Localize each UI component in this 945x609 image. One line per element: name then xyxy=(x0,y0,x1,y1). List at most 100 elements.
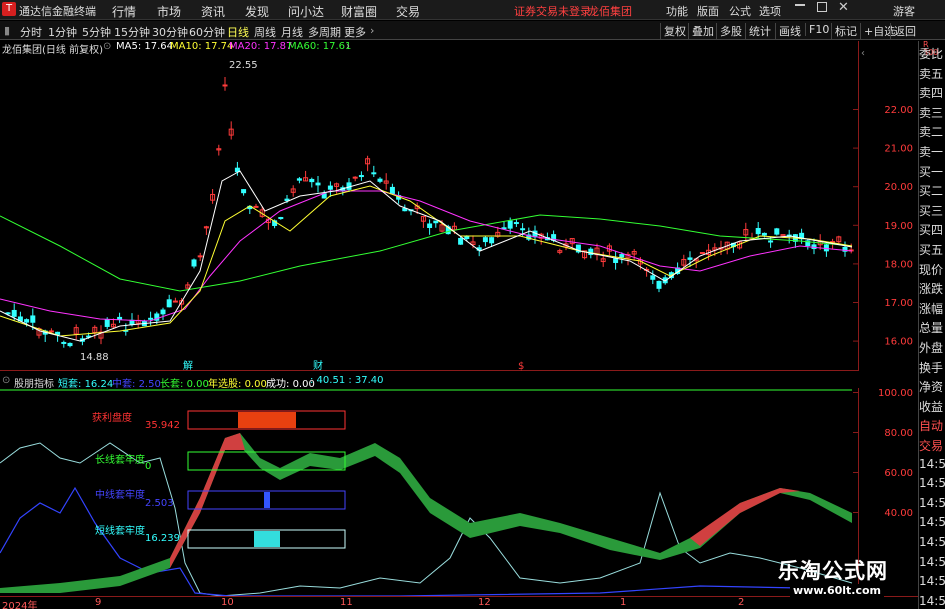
side-row[interactable]: 外盘 xyxy=(919,339,943,356)
menu-wenxiaoda[interactable]: 问小达 xyxy=(288,3,324,20)
side-row[interactable]: 14:56 xyxy=(919,515,945,529)
candle-body xyxy=(687,257,693,260)
indicator-y-tick: 100.00 xyxy=(878,388,913,399)
side-row[interactable]: 卖五 xyxy=(919,65,943,82)
candle-body xyxy=(315,182,321,186)
button-diejia[interactable]: 叠加 xyxy=(688,23,717,39)
period-toolbar: ▮ 分时 1分钟 5分钟 15分钟 30分钟 60分钟 日线 周线 月线 多周期… xyxy=(0,21,945,40)
event-mark-cai[interactable]: 财 xyxy=(313,359,323,371)
menu-gongneng[interactable]: 功能 xyxy=(666,3,688,19)
button-tongji[interactable]: 统计 xyxy=(745,23,774,39)
tab-15min[interactable]: 15分钟 xyxy=(114,24,150,40)
box-short-fill xyxy=(254,531,280,547)
tab-monthly[interactable]: 月线 xyxy=(281,24,303,40)
candle-body xyxy=(30,315,36,323)
side-row[interactable]: 换手 xyxy=(919,359,943,376)
side-row[interactable]: 总量 xyxy=(919,319,943,336)
collapse-chevron-icon[interactable]: ‹ xyxy=(861,48,865,59)
side-row[interactable]: 14:56 xyxy=(919,496,945,510)
menu-faxian[interactable]: 发现 xyxy=(245,3,269,20)
tab-30min[interactable]: 30分钟 xyxy=(152,24,188,40)
menu-jiaoyi[interactable]: 交易 xyxy=(396,3,420,20)
menu-zixun[interactable]: 资讯 xyxy=(201,3,225,20)
side-row[interactable]: 交易 xyxy=(919,437,943,454)
close-icon[interactable]: ✕ xyxy=(838,0,849,15)
button-huaxian[interactable]: 画线 xyxy=(775,23,804,39)
side-row[interactable]: 净资 xyxy=(919,378,943,395)
box-label-short: 短线套牢度 xyxy=(95,524,145,537)
side-row[interactable]: 收益 xyxy=(919,398,943,415)
tab-daily[interactable]: 日线 xyxy=(227,24,249,40)
tab-weekly[interactable]: 周线 xyxy=(254,24,276,40)
menu-shichang[interactable]: 市场 xyxy=(157,3,181,20)
button-duogu[interactable]: 多股 xyxy=(716,23,745,39)
side-row[interactable]: 14:56 xyxy=(919,594,945,608)
x-label-12: 12 xyxy=(478,597,491,608)
button-back[interactable]: 返回 xyxy=(890,23,919,39)
watermark-url: www.60lt.com xyxy=(790,584,885,597)
maximize-icon[interactable] xyxy=(817,2,827,12)
candle-body xyxy=(104,319,110,327)
candle-body xyxy=(761,232,767,236)
candle-body xyxy=(755,228,761,235)
candle-body xyxy=(253,205,259,208)
side-row[interactable]: 买一 xyxy=(919,163,943,180)
side-row[interactable]: 卖三 xyxy=(919,104,943,121)
side-row[interactable]: 14:56 xyxy=(919,555,945,569)
candle-body xyxy=(371,172,377,175)
tab-fenshi[interactable]: 分时 xyxy=(20,24,42,40)
side-row[interactable]: 涨幅 xyxy=(919,300,943,317)
menu-caifuquan[interactable]: 财富圈 xyxy=(341,3,377,20)
event-mark-dollar[interactable]: $ xyxy=(518,361,524,371)
side-row[interactable]: 买三 xyxy=(919,202,943,219)
side-row[interactable]: 14:56 xyxy=(919,457,945,471)
more-chevron-icon[interactable]: › xyxy=(370,24,374,37)
event-mark-jie[interactable]: 解 xyxy=(183,359,193,371)
button-f10[interactable]: F10 xyxy=(805,23,832,36)
toolbar-collapse-icon[interactable]: ▮ xyxy=(4,24,10,37)
y-tick-label: 19.00 xyxy=(884,221,913,232)
side-row[interactable]: 买四 xyxy=(919,221,943,238)
minimize-icon[interactable] xyxy=(795,4,805,6)
login-warning[interactable]: 证券交易未登录 xyxy=(514,3,591,19)
candle-body xyxy=(241,189,247,194)
button-biaoji[interactable]: 标记 xyxy=(831,23,860,39)
side-row[interactable]: 买五 xyxy=(919,241,943,258)
y-tick-label: 21.00 xyxy=(884,144,913,155)
side-row[interactable]: 买二 xyxy=(919,182,943,199)
side-row[interactable]: 委比 xyxy=(919,45,943,62)
button-fuquan[interactable]: 复权 xyxy=(660,23,689,39)
guest-label[interactable]: 游客 xyxy=(893,3,915,19)
side-row[interactable]: 卖二 xyxy=(919,123,943,140)
menu-banmian[interactable]: 版面 xyxy=(697,3,719,19)
tab-multi-period[interactable]: 多周期 xyxy=(308,24,341,40)
menu-xuanxiang[interactable]: 选项 xyxy=(759,3,781,19)
y-tick-label: 18.00 xyxy=(884,259,913,270)
candle-body xyxy=(160,309,166,315)
indicator-y-tick: 80.00 xyxy=(884,428,913,439)
tab-more[interactable]: 更多 xyxy=(344,24,366,40)
candlestick-chart[interactable]: 22.55 14.88 解 财 $ ‹ 22.00 21.00 20.00 19.00… xyxy=(0,41,918,371)
tab-5min[interactable]: 5分钟 xyxy=(82,24,111,40)
side-row[interactable]: 14:56 xyxy=(919,535,945,549)
high-price-label: 22.55 xyxy=(229,60,258,71)
menu-gongshi[interactable]: 公式 xyxy=(729,3,751,19)
title-bar: T 通达信金融终端 行情 市场 资讯 发现 问小达 财富圈 交易 证券交易未登录… xyxy=(0,0,945,20)
side-row[interactable]: 涨跌 xyxy=(919,280,943,297)
tab-60min[interactable]: 60分钟 xyxy=(189,24,225,40)
app-title: 通达信金融终端 xyxy=(19,5,96,18)
candle-body xyxy=(278,217,284,220)
menu-hangqing[interactable]: 行情 xyxy=(112,3,136,20)
side-row[interactable]: 卖一 xyxy=(919,143,943,160)
box-value-profit: 35.942 xyxy=(145,420,180,431)
candle-body xyxy=(774,228,780,235)
tab-1min[interactable]: 1分钟 xyxy=(48,24,77,40)
side-row[interactable]: 14:56 xyxy=(919,476,945,490)
side-row[interactable]: 14:56 xyxy=(919,574,945,588)
indicator-settings-icon[interactable]: ⊙ xyxy=(2,375,10,386)
box-label-profit: 获利盘度 xyxy=(92,411,132,424)
side-row[interactable]: 卖四 xyxy=(919,84,943,101)
side-row[interactable]: 现价 xyxy=(919,261,943,278)
side-row[interactable]: 自动 xyxy=(919,417,943,434)
y-tick-label: 16.00 xyxy=(884,337,913,348)
